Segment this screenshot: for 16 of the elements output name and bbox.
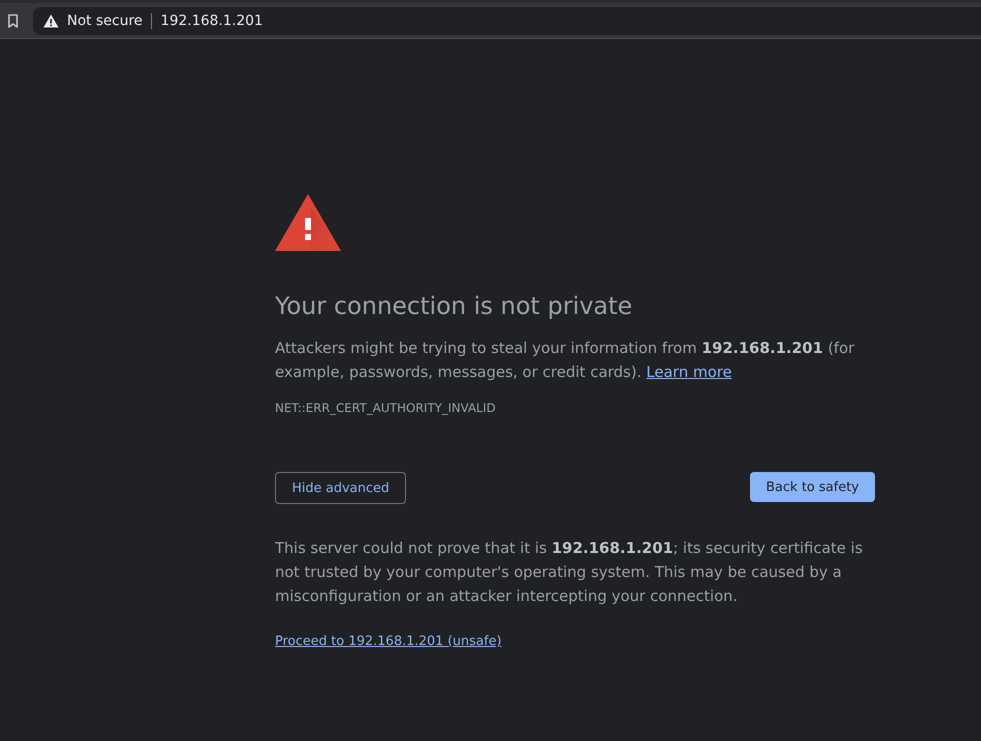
details-text: This server could not prove that it is 192.168.1.201; its security certificate is not trusted by your computer's operating system. This may be caused by a misconfiguration or an attacker intercepting your connection. bbox=[275, 538, 864, 607]
proceed-link[interactable]: Proceed to 192.168.1.201 (unsafe) bbox=[275, 634, 502, 649]
address-bar[interactable]: Not secure 192.168.1.201 bbox=[33, 6, 981, 34]
url-text: 192.168.1.201 bbox=[160, 12, 263, 28]
security-chip[interactable]: Not secure bbox=[43, 12, 152, 28]
bookmark-button[interactable] bbox=[6, 12, 20, 28]
learn-more-link[interactable]: Learn more bbox=[646, 363, 732, 381]
security-label: Not secure bbox=[67, 12, 143, 28]
warning-icon bbox=[275, 194, 341, 251]
warning-icon bbox=[43, 14, 59, 28]
page-heading: Your connection is not private bbox=[275, 291, 632, 321]
warning-message: Attackers might be trying to steal your information from 192.168.1.201 (for example, passwords, messages, or credit cards). Learn more bbox=[275, 338, 856, 383]
bookmark-icon bbox=[8, 14, 18, 28]
error-code: NET::ERR_CERT_AUTHORITY_INVALID bbox=[275, 400, 496, 416]
hide-advanced-button[interactable]: Hide advanced bbox=[275, 472, 406, 504]
back-to-safety-button[interactable]: Back to safety bbox=[750, 472, 875, 502]
